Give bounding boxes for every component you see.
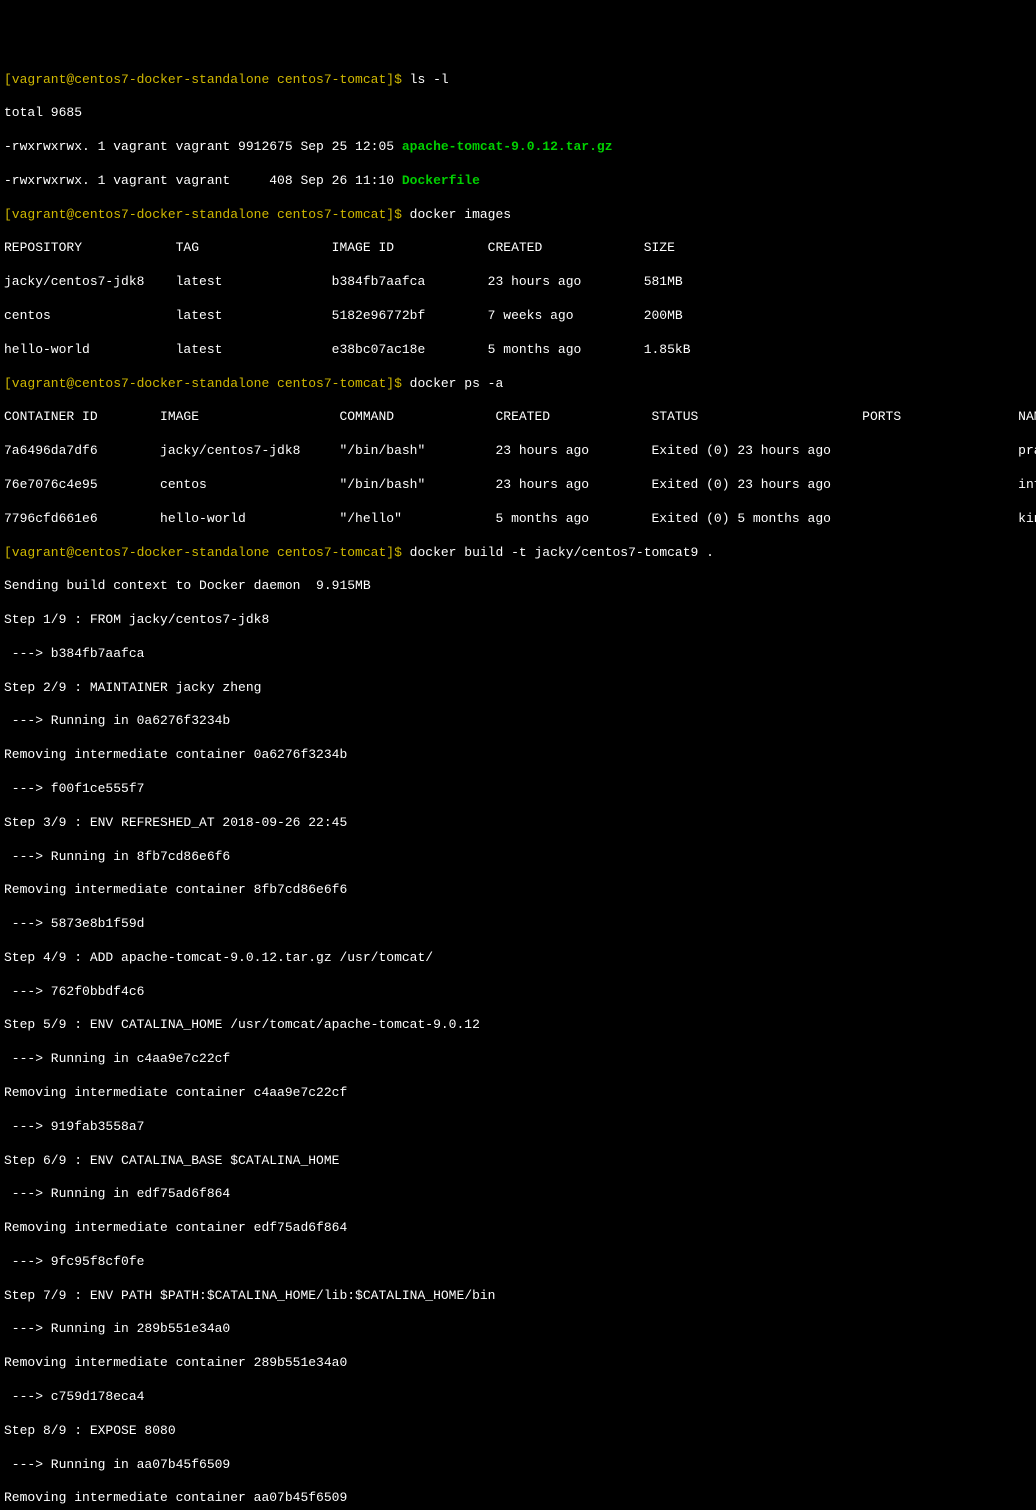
shell-prompt: [vagrant@centos7-docker-standalone cento… bbox=[4, 207, 410, 222]
output-line: Sending build context to Docker daemon 9… bbox=[4, 578, 1032, 595]
output-line: ---> f00f1ce555f7 bbox=[4, 781, 1032, 798]
output-line: Step 4/9 : ADD apache-tomcat-9.0.12.tar.… bbox=[4, 950, 1032, 967]
command-text: ls -l bbox=[410, 72, 449, 87]
output-line: Removing intermediate container edf75ad6… bbox=[4, 1220, 1032, 1237]
command-text: docker build -t jacky/centos7-tomcat9 . bbox=[410, 545, 714, 560]
output-line: ---> 5873e8b1f59d bbox=[4, 916, 1032, 933]
output-line: ---> Running in edf75ad6f864 bbox=[4, 1186, 1032, 1203]
output-line: Step 2/9 : MAINTAINER jacky zheng bbox=[4, 680, 1032, 697]
output-line: ---> 919fab3558a7 bbox=[4, 1119, 1032, 1136]
output-line: ---> Running in 0a6276f3234b bbox=[4, 713, 1032, 730]
output-line: Step 3/9 : ENV REFRESHED_AT 2018-09-26 2… bbox=[4, 815, 1032, 832]
output-line: Step 1/9 : FROM jacky/centos7-jdk8 bbox=[4, 612, 1032, 629]
output-line: Step 8/9 : EXPOSE 8080 bbox=[4, 1423, 1032, 1440]
table-header: REPOSITORY TAG IMAGE ID CREATED SIZE bbox=[4, 240, 1032, 257]
output-line: Removing intermediate container 289b551e… bbox=[4, 1355, 1032, 1372]
output-line: ---> Running in 289b551e34a0 bbox=[4, 1321, 1032, 1338]
table-row: 76e7076c4e95 centos "/bin/bash" 23 hours… bbox=[4, 477, 1032, 494]
terminal-output[interactable]: [vagrant@centos7-docker-standalone cento… bbox=[4, 72, 1032, 1510]
table-row: 7796cfd661e6 hello-world "/hello" 5 mont… bbox=[4, 511, 1032, 528]
output-line: Removing intermediate container c4aa9e7c… bbox=[4, 1085, 1032, 1102]
output-line: Removing intermediate container 0a6276f3… bbox=[4, 747, 1032, 764]
output-line: Removing intermediate container 8fb7cd86… bbox=[4, 882, 1032, 899]
output-line: ---> 762f0bbdf4c6 bbox=[4, 984, 1032, 1001]
output-line: ---> Running in c4aa9e7c22cf bbox=[4, 1051, 1032, 1068]
file-perms: -rwxrwxrwx. 1 vagrant vagrant 408 Sep 26… bbox=[4, 173, 402, 188]
output-line: ---> Running in 8fb7cd86e6f6 bbox=[4, 849, 1032, 866]
file-name: apache-tomcat-9.0.12.tar.gz bbox=[402, 139, 613, 154]
command-text: docker ps -a bbox=[410, 376, 504, 391]
shell-prompt: [vagrant@centos7-docker-standalone cento… bbox=[4, 545, 410, 560]
table-row: jacky/centos7-jdk8 latest b384fb7aafca 2… bbox=[4, 274, 1032, 291]
table-header: CONTAINER ID IMAGE COMMAND CREATED STATU… bbox=[4, 409, 1032, 426]
file-perms: -rwxrwxrwx. 1 vagrant vagrant 9912675 Se… bbox=[4, 139, 402, 154]
output-line: ---> b384fb7aafca bbox=[4, 646, 1032, 663]
output-line: ---> 9fc95f8cf0fe bbox=[4, 1254, 1032, 1271]
command-text: docker images bbox=[410, 207, 511, 222]
table-row: hello-world latest e38bc07ac18e 5 months… bbox=[4, 342, 1032, 359]
file-name: Dockerfile bbox=[402, 173, 480, 188]
output-line: Step 7/9 : ENV PATH $PATH:$CATALINA_HOME… bbox=[4, 1288, 1032, 1305]
table-row: 7a6496da7df6 jacky/centos7-jdk8 "/bin/ba… bbox=[4, 443, 1032, 460]
shell-prompt: [vagrant@centos7-docker-standalone cento… bbox=[4, 376, 410, 391]
output-line: ---> c759d178eca4 bbox=[4, 1389, 1032, 1406]
output-line: Step 6/9 : ENV CATALINA_BASE $CATALINA_H… bbox=[4, 1153, 1032, 1170]
output-line: Step 5/9 : ENV CATALINA_HOME /usr/tomcat… bbox=[4, 1017, 1032, 1034]
output-line: Removing intermediate container aa07b45f… bbox=[4, 1490, 1032, 1507]
table-row: centos latest 5182e96772bf 7 weeks ago 2… bbox=[4, 308, 1032, 325]
shell-prompt: [vagrant@centos7-docker-standalone cento… bbox=[4, 72, 410, 87]
output-line: total 9685 bbox=[4, 105, 1032, 122]
output-line: ---> Running in aa07b45f6509 bbox=[4, 1457, 1032, 1474]
